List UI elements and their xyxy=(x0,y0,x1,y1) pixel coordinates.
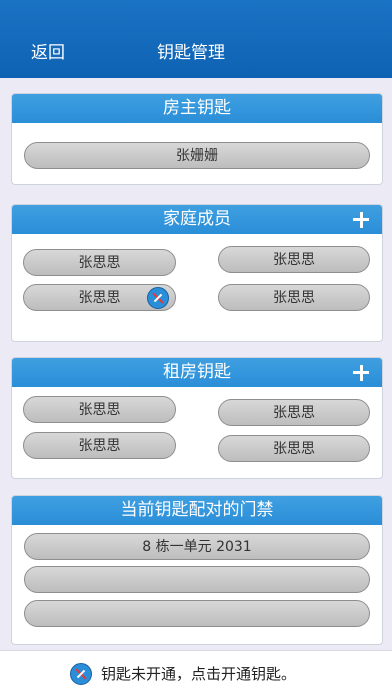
rental-key-item[interactable]: 张思思 xyxy=(218,399,370,426)
paired-doors-header: 当前钥匙配对的门禁 xyxy=(12,496,382,525)
top-navigation-bar: 返回 钥匙管理 xyxy=(0,0,392,78)
owner-key-card: 房主钥匙 张姗姗 xyxy=(11,93,383,185)
family-members-header: 家庭成员 xyxy=(12,205,382,234)
disabled-key-icon[interactable] xyxy=(147,287,169,309)
paired-doors-card: 当前钥匙配对的门禁 8 栋一单元 2031 xyxy=(11,495,383,645)
owner-key-header: 房主钥匙 xyxy=(12,94,382,123)
rental-keys-header: 租房钥匙 xyxy=(12,358,382,387)
door-item[interactable] xyxy=(24,600,370,627)
door-item[interactable]: 8 栋一单元 2031 xyxy=(24,533,370,560)
rental-key-item[interactable]: 张思思 xyxy=(23,432,176,459)
back-button[interactable]: 返回 xyxy=(31,38,65,63)
family-member-item[interactable]: 张思思 xyxy=(218,284,370,311)
rental-keys-card: 租房钥匙 张思思 张思思 张思思 张思思 xyxy=(11,357,383,479)
rental-keys-title: 租房钥匙 xyxy=(163,362,231,382)
owner-key-title: 房主钥匙 xyxy=(163,98,231,118)
family-members-card: 家庭成员 张思思 张思思 张思思 张思思 xyxy=(11,204,383,342)
add-rental-key-plus-icon[interactable] xyxy=(350,358,372,387)
add-family-member-plus-icon[interactable] xyxy=(350,205,372,234)
key-disabled-icon xyxy=(70,663,92,685)
door-item[interactable] xyxy=(24,566,370,593)
rental-key-item[interactable]: 张思思 xyxy=(23,396,176,423)
paired-doors-title: 当前钥匙配对的门禁 xyxy=(120,500,274,520)
family-member-item[interactable]: 张思思 xyxy=(23,249,176,276)
family-member-item[interactable]: 张思思 xyxy=(218,246,370,273)
activate-key-footer[interactable]: 钥匙未开通，点击开通钥匙。 xyxy=(0,650,392,697)
rental-key-item[interactable]: 张思思 xyxy=(218,435,370,462)
page-title: 钥匙管理 xyxy=(157,43,225,63)
family-members-title: 家庭成员 xyxy=(163,209,231,229)
owner-key-member[interactable]: 张姗姗 xyxy=(24,142,370,169)
activate-key-message[interactable]: 钥匙未开通，点击开通钥匙。 xyxy=(101,663,296,684)
